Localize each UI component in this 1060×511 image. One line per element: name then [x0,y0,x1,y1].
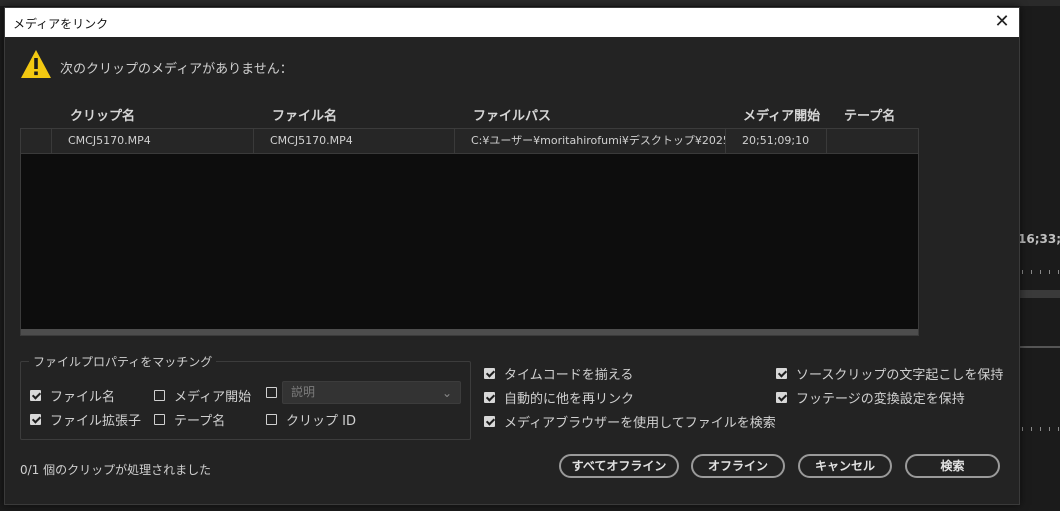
match-clip-id-checkbox[interactable]: クリップ ID [266,410,356,429]
file-path-cell: C:¥ユーザー¥moritahirofumi¥デスクトップ¥2025 [455,129,726,153]
cancel-button[interactable]: キャンセル [798,454,892,478]
offline-all-button[interactable]: すべてオフライン [559,454,679,478]
file-name-cell: CMCJ5170.MP4 [254,129,455,153]
description-dropdown-value: 説明 [291,385,316,399]
match-media-start-checkbox[interactable]: メディア開始 [154,386,251,405]
checkbox-icon[interactable] [484,392,495,403]
search-button[interactable]: 検索 [905,454,1000,478]
column-header-file-path[interactable]: ファイルパス [473,105,551,124]
checkbox-icon[interactable] [266,414,277,425]
checkbox-label: ファイル拡張子 [50,414,142,429]
match-tape-name-checkbox[interactable]: テープ名 [154,410,225,429]
background-ruler-ticks-lower [1022,427,1060,431]
status-text: 0/1 個のクリップが処理されました [20,463,212,477]
clip-name-cell: CMCJ5170.MP4 [52,129,254,153]
checkbox-icon[interactable] [154,414,165,425]
checkbox-label: フッテージの変換設定を保持 [796,392,965,407]
checkbox-label: クリップ ID [286,414,356,429]
media-start-cell: 20;51;09;10 [726,129,827,153]
background-panel-right [1020,290,1060,298]
keep-footage-settings-checkbox[interactable]: フッテージの変換設定を保持 [776,388,965,407]
column-header-tape-name[interactable]: テープ名 [844,105,895,124]
checkbox-icon[interactable] [154,390,165,401]
group-title: ファイルプロパティをマッチング [29,353,217,370]
match-file-extension-checkbox[interactable]: ファイル拡張子 [30,410,141,429]
close-icon[interactable]: ✕ [991,11,1013,33]
checkbox-icon[interactable] [776,392,787,403]
tape-name-cell [827,129,920,153]
keep-transcripts-checkbox[interactable]: ソースクリップの文字起こしを保持 [776,364,1003,383]
column-header-media-start[interactable]: メディア開始 [743,105,820,124]
checkbox-icon[interactable] [266,387,277,398]
background-ruler-ticks [1022,270,1060,274]
missing-clips-table[interactable]: CMCJ5170.MP4 CMCJ5170.MP4 C:¥ユーザー¥morita… [20,128,919,336]
relink-others-checkbox[interactable]: 自動的に他を再リンク [484,388,634,407]
background-timecode: 16;33; [1018,232,1060,246]
column-header-file-name[interactable]: ファイル名 [272,105,337,124]
offline-button[interactable]: オフライン [691,454,785,478]
title-bar: メディアをリンク ✕ [5,8,1019,37]
chevron-down-icon: ⌄ [441,386,452,400]
dialog-title: メディアをリンク [13,17,109,31]
checkbox-label: タイムコードを揃える [504,368,634,383]
checkbox-label: メディア開始 [174,390,252,405]
description-dropdown[interactable]: 説明 ⌄ [282,381,461,404]
match-file-name-checkbox[interactable]: ファイル名 [30,386,115,405]
checkbox-icon[interactable] [484,416,495,427]
checkbox-icon[interactable] [30,414,41,425]
checkbox-label: 自動的に他を再リンク [504,392,635,407]
background-panel-right-divider [1020,346,1060,348]
column-header-clip-name[interactable]: クリップ名 [70,105,135,124]
use-media-browser-checkbox[interactable]: メディアブラウザーを使用してファイルを検索 [484,412,776,431]
background-panel-top [0,0,1060,6]
checkbox-icon[interactable] [776,368,787,379]
checkbox-label: メディアブラウザーを使用してファイルを検索 [504,416,776,431]
align-timecode-checkbox[interactable]: タイムコードを揃える [484,364,633,383]
warning-triangle-icon [21,50,51,78]
checkbox-icon[interactable] [484,368,495,379]
table-row[interactable]: CMCJ5170.MP4 CMCJ5170.MP4 C:¥ユーザー¥morita… [21,129,918,154]
checkbox-label: ファイル名 [50,390,116,405]
checkbox-icon[interactable] [30,390,41,401]
horizontal-scrollbar[interactable] [21,329,918,335]
checkbox-label: テープ名 [174,414,226,429]
checkbox-label: ソースクリップの文字起こしを保持 [796,368,1004,383]
row-selector-cell[interactable] [21,129,52,153]
warning-message: 次のクリップのメディアがありません： [60,62,293,77]
